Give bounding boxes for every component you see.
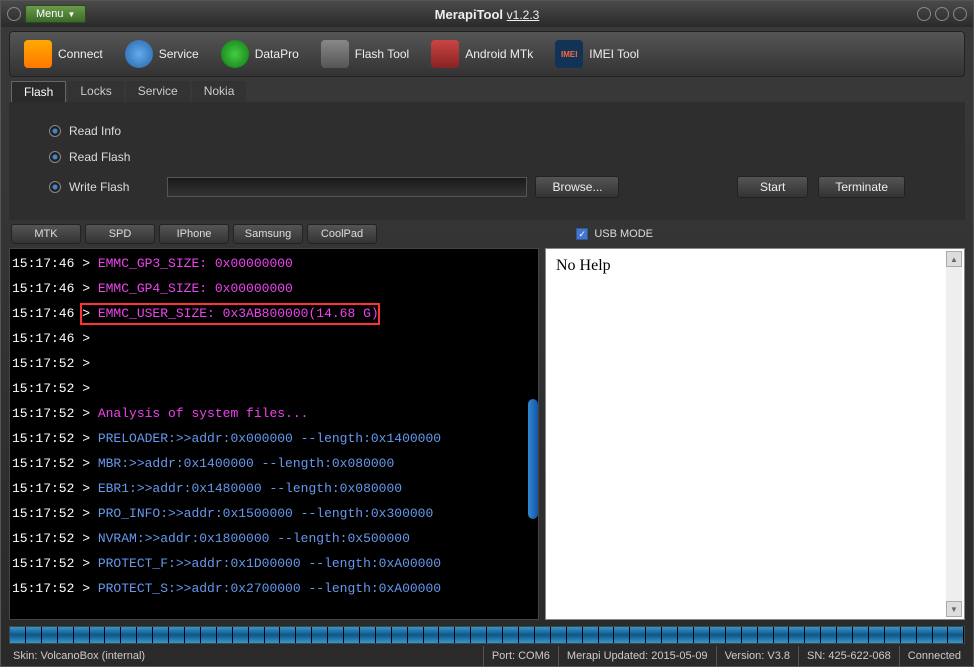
app-version: v1.2.3 bbox=[507, 8, 540, 22]
title: MerapiTool v1.2.3 bbox=[435, 7, 540, 22]
window-controls bbox=[917, 7, 967, 21]
connect-icon bbox=[24, 40, 52, 68]
log-line: 15:17:52 > bbox=[12, 351, 536, 376]
help-panel: No Help ▲ ▼ bbox=[545, 248, 965, 620]
scroll-down-icon[interactable]: ▼ bbox=[946, 601, 962, 617]
browse-button[interactable]: Browse... bbox=[535, 176, 619, 198]
minimize-button[interactable] bbox=[917, 7, 931, 21]
toolbar-label: Flash Tool bbox=[355, 47, 409, 61]
progress-bar bbox=[9, 626, 965, 644]
checkbox-icon: ✓ bbox=[576, 228, 588, 240]
toolbar-androidmtk[interactable]: Android MTk bbox=[421, 36, 543, 72]
service-icon bbox=[125, 40, 153, 68]
toolbar-flashtool[interactable]: Flash Tool bbox=[311, 36, 419, 72]
log-line: 15:17:52 > PROTECT_S:>>addr:0x2700000 --… bbox=[12, 576, 536, 601]
start-button[interactable]: Start bbox=[737, 176, 808, 198]
menu-button[interactable]: Menu bbox=[25, 5, 86, 23]
status-version: Version: V3.8 bbox=[716, 646, 798, 666]
status-bar: Skin: VolcanoBox (internal) Port: COM6 M… bbox=[1, 646, 973, 666]
log-line: 15:17:46 > bbox=[12, 326, 536, 351]
menu-label: Menu bbox=[36, 8, 64, 20]
tab-nokia[interactable]: Nokia bbox=[192, 81, 247, 102]
sub-tabs: Flash Locks Service Nokia bbox=[1, 81, 973, 102]
log-panel[interactable]: 15:17:46 > EMMC_GP3_SIZE: 0x0000000015:1… bbox=[9, 248, 539, 620]
status-updated: Merapi Updated: 2015-05-09 bbox=[558, 646, 716, 666]
app-name: MerapiTool bbox=[435, 7, 503, 22]
usb-mode-label: USB MODE bbox=[594, 228, 653, 240]
toolbar-datapro[interactable]: DataPro bbox=[211, 36, 309, 72]
log-line: 15:17:52 > Analysis of system files... bbox=[12, 401, 536, 426]
usb-mode-option[interactable]: ✓ USB MODE bbox=[576, 228, 653, 240]
toolbar-connect[interactable]: Connect bbox=[14, 36, 113, 72]
log-line: 15:17:52 > EBR1:>>addr:0x1480000 --lengt… bbox=[12, 476, 536, 501]
toolbar-label: Service bbox=[159, 47, 199, 61]
flash-path-input[interactable] bbox=[167, 177, 527, 197]
help-scrollbar[interactable]: ▲ ▼ bbox=[946, 251, 962, 617]
option-label: Read Info bbox=[69, 124, 121, 138]
options-panel: Read Info Read Flash Write Flash Browse.… bbox=[9, 102, 965, 220]
system-icon[interactable] bbox=[7, 7, 21, 21]
tab-flash[interactable]: Flash bbox=[11, 81, 66, 102]
toolbar-label: DataPro bbox=[255, 47, 299, 61]
log-line: 15:17:52 > MBR:>>addr:0x1400000 --length… bbox=[12, 451, 536, 476]
close-button[interactable] bbox=[953, 7, 967, 21]
main-toolbar: Connect Service DataPro Flash Tool Andro… bbox=[9, 31, 965, 77]
option-read-flash[interactable]: Read Flash bbox=[49, 150, 925, 164]
radio-icon[interactable] bbox=[49, 181, 61, 193]
titlebar: Menu MerapiTool v1.2.3 bbox=[1, 1, 973, 27]
app-window: Menu MerapiTool v1.2.3 Connect Service D… bbox=[0, 0, 974, 667]
log-line: 15:17:52 > NVRAM:>>addr:0x1800000 --leng… bbox=[12, 526, 536, 551]
help-text: No Help bbox=[556, 257, 611, 274]
device-tabs: MTK SPD IPhone Samsung CoolPad ✓ USB MOD… bbox=[1, 220, 973, 248]
log-line: 15:17:46 > EMMC_GP3_SIZE: 0x00000000 bbox=[12, 251, 536, 276]
log-line: 15:17:52 > PRELOADER:>>addr:0x000000 --l… bbox=[12, 426, 536, 451]
scroll-up-icon[interactable]: ▲ bbox=[946, 251, 962, 267]
option-label: Read Flash bbox=[69, 150, 130, 164]
toolbar-label: Connect bbox=[58, 47, 103, 61]
status-connected: Connected bbox=[899, 646, 969, 666]
tab-locks[interactable]: Locks bbox=[68, 81, 123, 102]
device-tab-mtk[interactable]: MTK bbox=[11, 224, 81, 244]
device-tab-iphone[interactable]: IPhone bbox=[159, 224, 229, 244]
flashtool-icon bbox=[321, 40, 349, 68]
datapro-icon bbox=[221, 40, 249, 68]
androidmtk-icon bbox=[431, 40, 459, 68]
main-content: 15:17:46 > EMMC_GP3_SIZE: 0x0000000015:1… bbox=[9, 248, 965, 620]
toolbar-label: IMEI Tool bbox=[589, 47, 639, 61]
option-write-flash-row: Write Flash Browse... Start Terminate bbox=[49, 176, 925, 198]
radio-icon bbox=[49, 151, 61, 163]
toolbar-label: Android MTk bbox=[465, 47, 533, 61]
imei-icon: IMEI bbox=[555, 40, 583, 68]
maximize-button[interactable] bbox=[935, 7, 949, 21]
tab-service[interactable]: Service bbox=[126, 81, 190, 102]
terminate-button[interactable]: Terminate bbox=[818, 176, 905, 198]
radio-icon bbox=[49, 125, 61, 137]
log-line: 15:17:46 > EMMC_USER_SIZE: 0x3AB800000(1… bbox=[12, 301, 536, 326]
option-read-info[interactable]: Read Info bbox=[49, 124, 925, 138]
log-line: 15:17:46 > EMMC_GP4_SIZE: 0x00000000 bbox=[12, 276, 536, 301]
device-tab-spd[interactable]: SPD bbox=[85, 224, 155, 244]
toolbar-imeitool[interactable]: IMEI IMEI Tool bbox=[545, 36, 649, 72]
log-line: 15:17:52 > bbox=[12, 376, 536, 401]
status-sn: SN: 425-622-068 bbox=[798, 646, 899, 666]
log-line: 15:17:52 > PRO_INFO:>>addr:0x1500000 --l… bbox=[12, 501, 536, 526]
status-skin: Skin: VolcanoBox (internal) bbox=[5, 646, 483, 666]
device-tab-coolpad[interactable]: CoolPad bbox=[307, 224, 377, 244]
toolbar-service[interactable]: Service bbox=[115, 36, 209, 72]
log-line: 15:17:52 > PROTECT_F:>>addr:0x1D00000 --… bbox=[12, 551, 536, 576]
status-port: Port: COM6 bbox=[483, 646, 558, 666]
log-scrollbar[interactable] bbox=[528, 399, 538, 519]
device-tab-samsung[interactable]: Samsung bbox=[233, 224, 303, 244]
option-label[interactable]: Write Flash bbox=[69, 180, 129, 194]
